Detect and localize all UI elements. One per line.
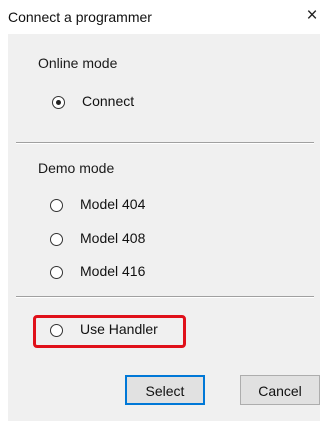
- radio-model-404-label[interactable]: Model 404: [80, 196, 145, 212]
- radio-model-416-label[interactable]: Model 416: [80, 263, 145, 279]
- radio-model-408-label[interactable]: Model 408: [80, 230, 145, 246]
- cancel-button[interactable]: Cancel: [240, 375, 320, 405]
- radio-selected-dot: [56, 100, 61, 105]
- radio-button-icon[interactable]: [50, 266, 63, 279]
- window-title: Connect a programmer: [8, 9, 152, 25]
- demo-mode-label: Demo mode: [38, 160, 115, 176]
- radio-button-icon[interactable]: [50, 324, 63, 337]
- select-button[interactable]: Select: [125, 375, 205, 405]
- group-separator: [16, 296, 314, 298]
- radio-button-icon[interactable]: [50, 233, 63, 246]
- radio-button-icon[interactable]: [50, 199, 63, 212]
- radio-button-icon[interactable]: [52, 96, 65, 109]
- group-separator: [16, 142, 314, 144]
- title-bar: Connect a programmer ×: [0, 0, 328, 34]
- dialog-body: [8, 34, 320, 421]
- radio-use-handler-label[interactable]: Use Handler: [80, 321, 158, 337]
- connect-programmer-dialog: Connect a programmer × Online mode Conne…: [0, 0, 328, 421]
- online-mode-label: Online mode: [38, 55, 118, 71]
- close-icon[interactable]: ×: [300, 4, 324, 28]
- radio-connect-label[interactable]: Connect: [82, 93, 134, 109]
